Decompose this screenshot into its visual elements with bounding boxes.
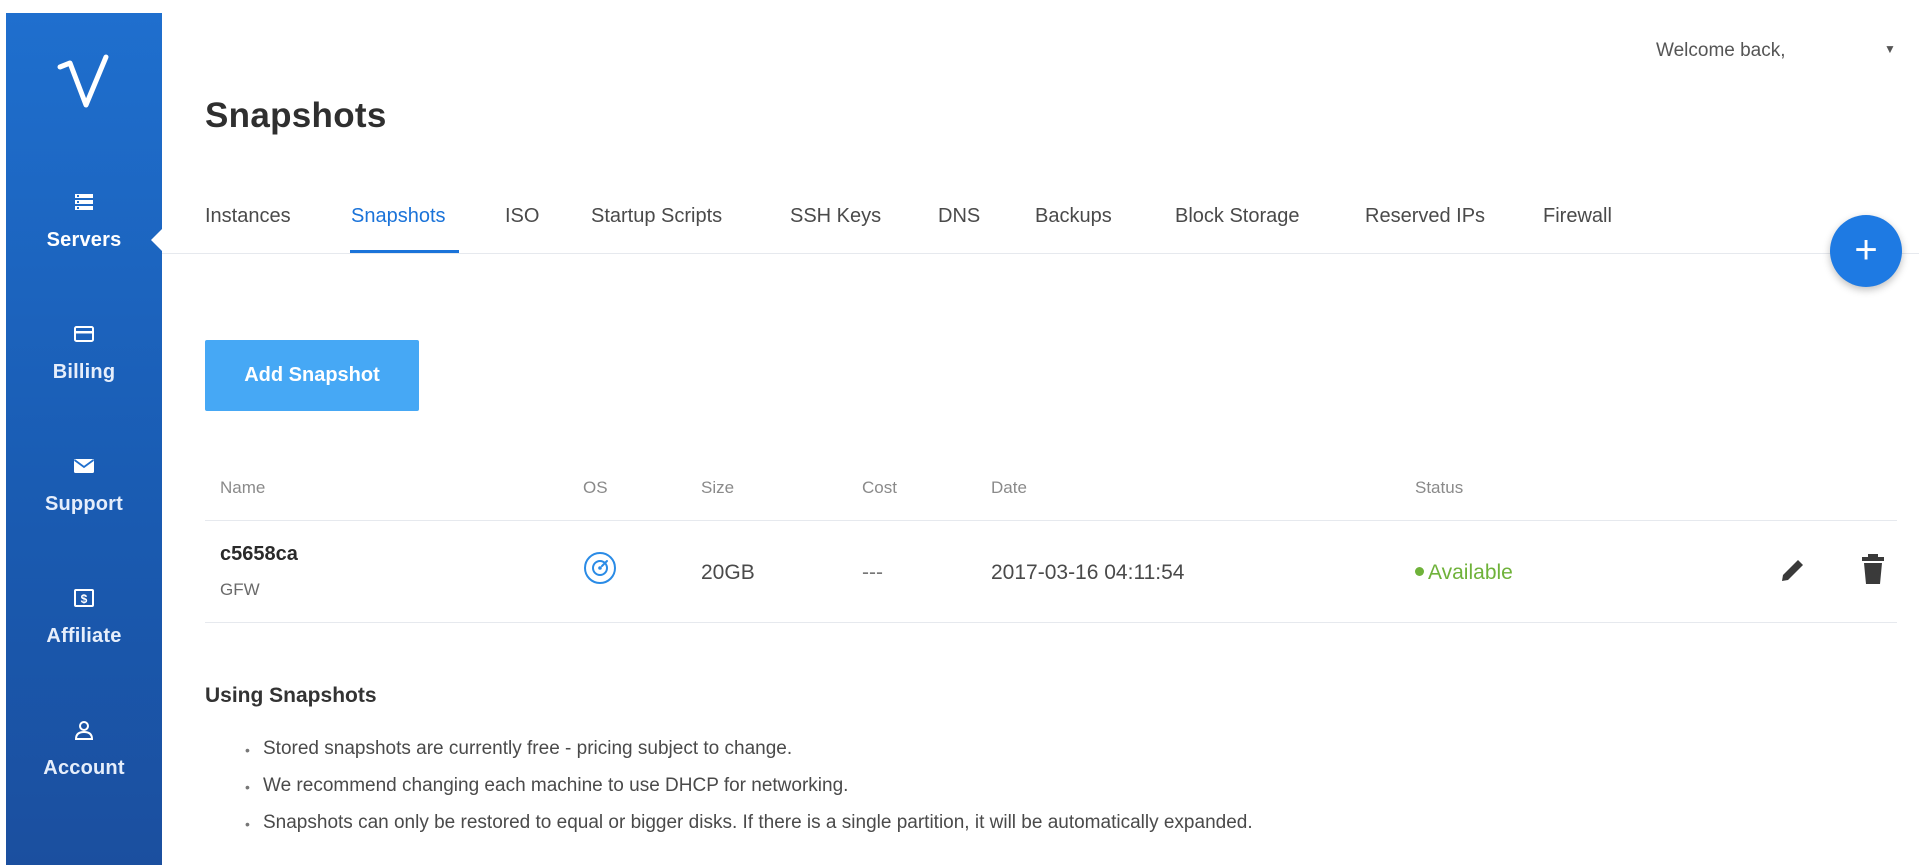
tab-backups[interactable]: Backups — [1035, 205, 1112, 228]
tab-ssh-keys[interactable]: SSH Keys — [790, 205, 881, 228]
table-divider — [205, 520, 1897, 521]
tab-divider — [162, 253, 1919, 254]
add-snapshot-button[interactable]: Add Snapshot — [205, 340, 419, 411]
status-text: Available — [1428, 561, 1513, 584]
sidebar-item-label: Servers — [46, 229, 122, 251]
logo-icon — [57, 54, 109, 108]
add-fab-button[interactable]: + — [1830, 215, 1902, 287]
column-header-size: Size — [701, 478, 735, 497]
vultr-logo[interactable] — [6, 53, 162, 120]
user-icon — [74, 721, 94, 740]
sidebar-item-account[interactable]: Account — [6, 719, 162, 780]
servers-icon — [75, 194, 93, 210]
sidebar-item-billing[interactable]: Billing — [6, 323, 162, 384]
trash-icon[interactable] — [1860, 553, 1886, 585]
column-header-date: Date — [991, 478, 1027, 497]
tab-block-storage[interactable]: Block Storage — [1175, 205, 1300, 228]
info-list: Stored snapshots are currently free - pr… — [245, 738, 1253, 849]
page-title: Snapshots — [205, 96, 387, 135]
sidebar-item-label: Support — [44, 493, 124, 515]
caret-down-icon[interactable]: ▼ — [1884, 42, 1896, 56]
svg-text:$: $ — [81, 592, 88, 606]
list-item: Stored snapshots are currently free - pr… — [245, 738, 1253, 775]
envelope-icon — [73, 459, 95, 473]
column-header-cost: Cost — [862, 478, 897, 497]
snapshot-cost: --- — [862, 561, 883, 584]
credit-card-icon — [74, 326, 94, 342]
tab-firewall[interactable]: Firewall — [1543, 205, 1612, 228]
column-header-status: Status — [1415, 478, 1464, 497]
tab-snapshots[interactable]: Snapshots — [351, 205, 446, 228]
tab-iso[interactable]: ISO — [505, 205, 539, 228]
tab-instances[interactable]: Instances — [205, 205, 291, 228]
list-item: Snapshots can only be restored to equal … — [245, 812, 1253, 849]
sidebar-item-label: Account — [43, 757, 125, 779]
status-dot-icon — [1415, 566, 1424, 576]
table-divider — [205, 622, 1897, 623]
welcome-text[interactable]: Welcome back, — [1656, 40, 1786, 62]
sidebar: Servers Billing Support $ Affiliate Acco… — [6, 13, 163, 865]
sidebar-item-label: Affiliate — [46, 625, 122, 647]
tab-startup-scripts[interactable]: Startup Scripts — [591, 205, 722, 228]
sidebar-item-label: Billing — [52, 361, 116, 383]
snapshot-date: 2017-03-16 04:11:54 — [991, 561, 1185, 584]
tab-dns[interactable]: DNS — [938, 205, 980, 228]
pencil-icon[interactable] — [1778, 555, 1808, 585]
column-header-name: Name — [220, 478, 266, 497]
dollar-icon: $ — [74, 589, 94, 607]
snapshot-name[interactable]: c5658ca — [220, 543, 306, 566]
sidebar-item-servers[interactable]: Servers — [6, 191, 162, 252]
list-item: We recommend changing each machine to us… — [245, 775, 1253, 812]
sidebar-item-affiliate[interactable]: $ Affiliate — [6, 587, 162, 648]
snapshot-size: 20GB — [701, 561, 755, 584]
tab-reserved-ips[interactable]: Reserved IPs — [1365, 205, 1485, 228]
disc-icon — [584, 552, 616, 584]
sidebar-item-support[interactable]: Support — [6, 455, 162, 516]
status-badge: Available — [1415, 561, 1513, 585]
active-indicator — [151, 228, 163, 252]
info-section-title: Using Snapshots — [205, 684, 377, 707]
column-header-os: OS — [583, 478, 608, 497]
snapshot-label: GFW — [220, 580, 260, 599]
